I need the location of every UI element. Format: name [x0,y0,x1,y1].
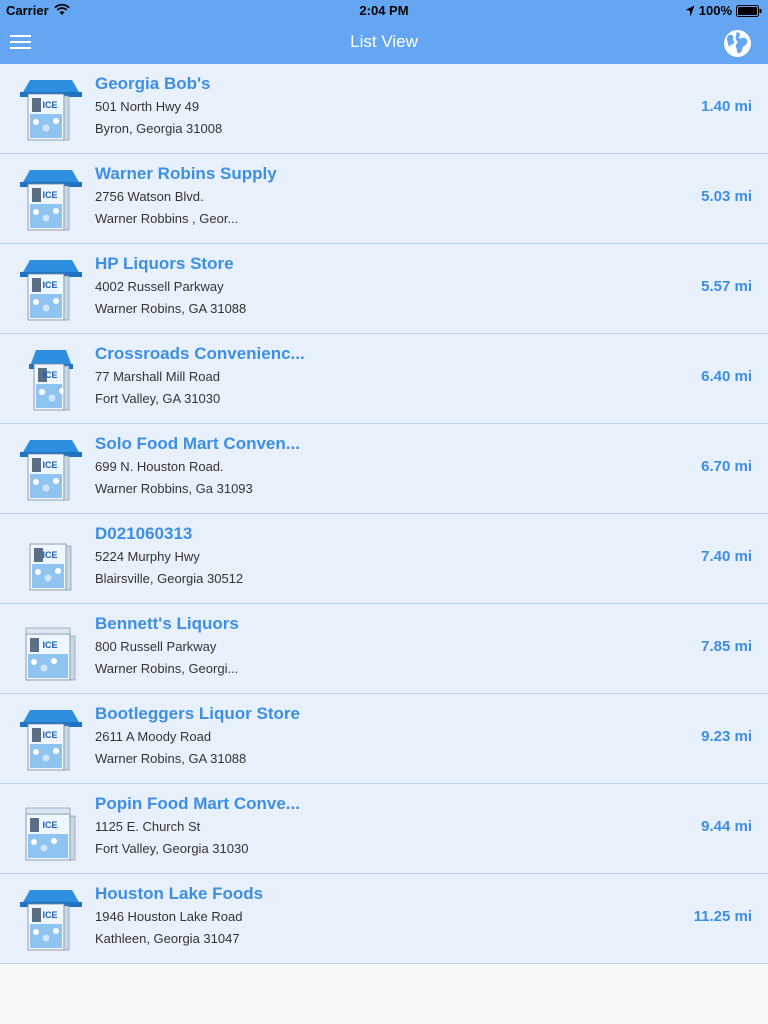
location-name: Crossroads Convenienc... [95,344,305,363]
location-distance: 1.40 mi [701,98,752,115]
battery-percent: 100% [698,3,732,18]
location-address-line1: 1125 E. Church St [95,819,201,834]
location-name: Solo Food Mart Conven... [95,434,300,453]
list-item[interactable]: ICE Warner Robins Supply 2756 Watson Blv… [0,154,768,244]
ice-machine-image: ICE [25,627,76,681]
ice-machine-image: ICE [20,440,82,501]
svg-text:ICE: ICE [42,550,57,560]
list-item[interactable]: ICE Solo Food Mart Conven... 699 N. Hous… [0,424,768,514]
location-address-line1: 800 Russell Parkway [95,639,217,654]
svg-text:ICE: ICE [42,460,57,470]
header: Carrier 2:04 PM 100% List View [0,0,768,64]
globe-icon[interactable] [723,29,752,58]
page-title: List View [350,32,418,51]
location-list: ICE Georgia Bob's 501 North Hwy 49 Byron… [0,64,768,964]
location-distance: 6.40 mi [701,368,752,385]
svg-text:ICE: ICE [42,640,57,650]
location-address-line1: 77 Marshall Mill Road [95,369,220,384]
status-bar: Carrier 2:04 PM 100% [0,0,768,20]
location-address-line1: 2611 A Moody Road [95,729,212,744]
list-item[interactable]: ICE Bootleggers Liquor Store 2611 A Mood… [0,694,768,784]
svg-text:ICE: ICE [42,100,57,110]
location-name: Georgia Bob's [95,74,211,93]
location-name: Popin Food Mart Conve... [95,794,300,813]
location-address-line2: Byron, Georgia 31008 [95,121,223,136]
status-right: 100% [685,3,762,18]
location-address-line2: Kathleen, Georgia 31047 [95,931,240,946]
location-address-line2: Fort Valley, Georgia 31030 [95,841,249,856]
location-address-line2: Blairsville, Georgia 30512 [95,571,244,586]
status-time: 2:04 PM [359,3,409,18]
location-address-line2: Warner Robins, GA 31088 [95,751,247,766]
ice-machine-image: ICE [20,890,82,951]
location-distance: 7.40 mi [701,548,752,565]
location-distance: 9.23 mi [701,728,752,745]
location-distance: 11.25 mi [693,908,752,925]
location-address-line2: Warner Robbins, Ga 31093 [95,481,253,496]
list-item[interactable]: ICE Bennett's Liquors 800 Russell Parkwa… [0,604,768,694]
ice-machine-image: ICE [25,807,76,861]
ice-machine-image: ICE [20,710,82,771]
location-address-line1: 5224 Murphy Hwy [95,549,200,564]
list-item[interactable]: ICE HP Liquors Store 4002 Russell Parkwa… [0,244,768,334]
list-item[interactable]: ICE Popin Food Mart Conve... 1125 E. Chu… [0,784,768,874]
location-name: Houston Lake Foods [95,884,264,903]
location-name: Warner Robins Supply [95,164,277,183]
location-address-line1: 2756 Watson Blvd. [95,189,204,204]
ice-machine-image: ICE [20,260,82,321]
battery-icon [736,4,762,17]
location-address-line2: Fort Valley, GA 31030 [95,391,221,406]
location-address-line1: 4002 Russell Parkway [95,279,224,294]
list-item[interactable]: ICE Crossroads Convenienc... 77 Marshall… [0,334,768,424]
list-item[interactable]: ICE D021060313 5224 Murphy Hwy Blairsvil… [0,514,768,604]
location-address-line2: Warner Robbins , Geor... [95,211,239,226]
location-name: Bootleggers Liquor Store [95,704,300,723]
svg-text:ICE: ICE [42,370,57,380]
list-item[interactable]: ICE Georgia Bob's 501 North Hwy 49 Byron… [0,64,768,154]
location-address-line1: 1946 Houston Lake Road [95,909,243,924]
location-address-line2: Warner Robins, GA 31088 [95,301,247,316]
location-distance: 7.85 mi [701,638,752,655]
list-item[interactable]: ICE Houston Lake Foods 1946 Houston Lake… [0,874,768,964]
svg-text:ICE: ICE [42,820,57,830]
ice-machine-image: ICE [20,80,82,141]
location-name: D021060313 [95,524,193,543]
location-address-line1: 699 N. Houston Road. [95,459,224,474]
location-address-line1: 501 North Hwy 49 [95,99,200,114]
location-distance: 5.57 mi [701,278,752,295]
location-name: HP Liquors Store [95,254,234,273]
location-arrow-icon [685,5,695,16]
svg-text:ICE: ICE [42,280,57,290]
svg-text:ICE: ICE [42,910,57,920]
ice-machine-image: ICE [29,350,73,411]
location-distance: 6.70 mi [701,458,752,475]
location-distance: 5.03 mi [701,188,752,205]
ice-machine-image: ICE [20,170,82,231]
location-address-line2: Warner Robins, Georgi... [95,661,239,676]
svg-text:ICE: ICE [42,730,57,740]
nav-bar: List View [0,20,768,64]
svg-text:ICE: ICE [42,190,57,200]
ice-machine-image: ICE [29,543,72,591]
location-distance: 9.44 mi [701,818,752,835]
location-name: Bennett's Liquors [95,614,239,633]
